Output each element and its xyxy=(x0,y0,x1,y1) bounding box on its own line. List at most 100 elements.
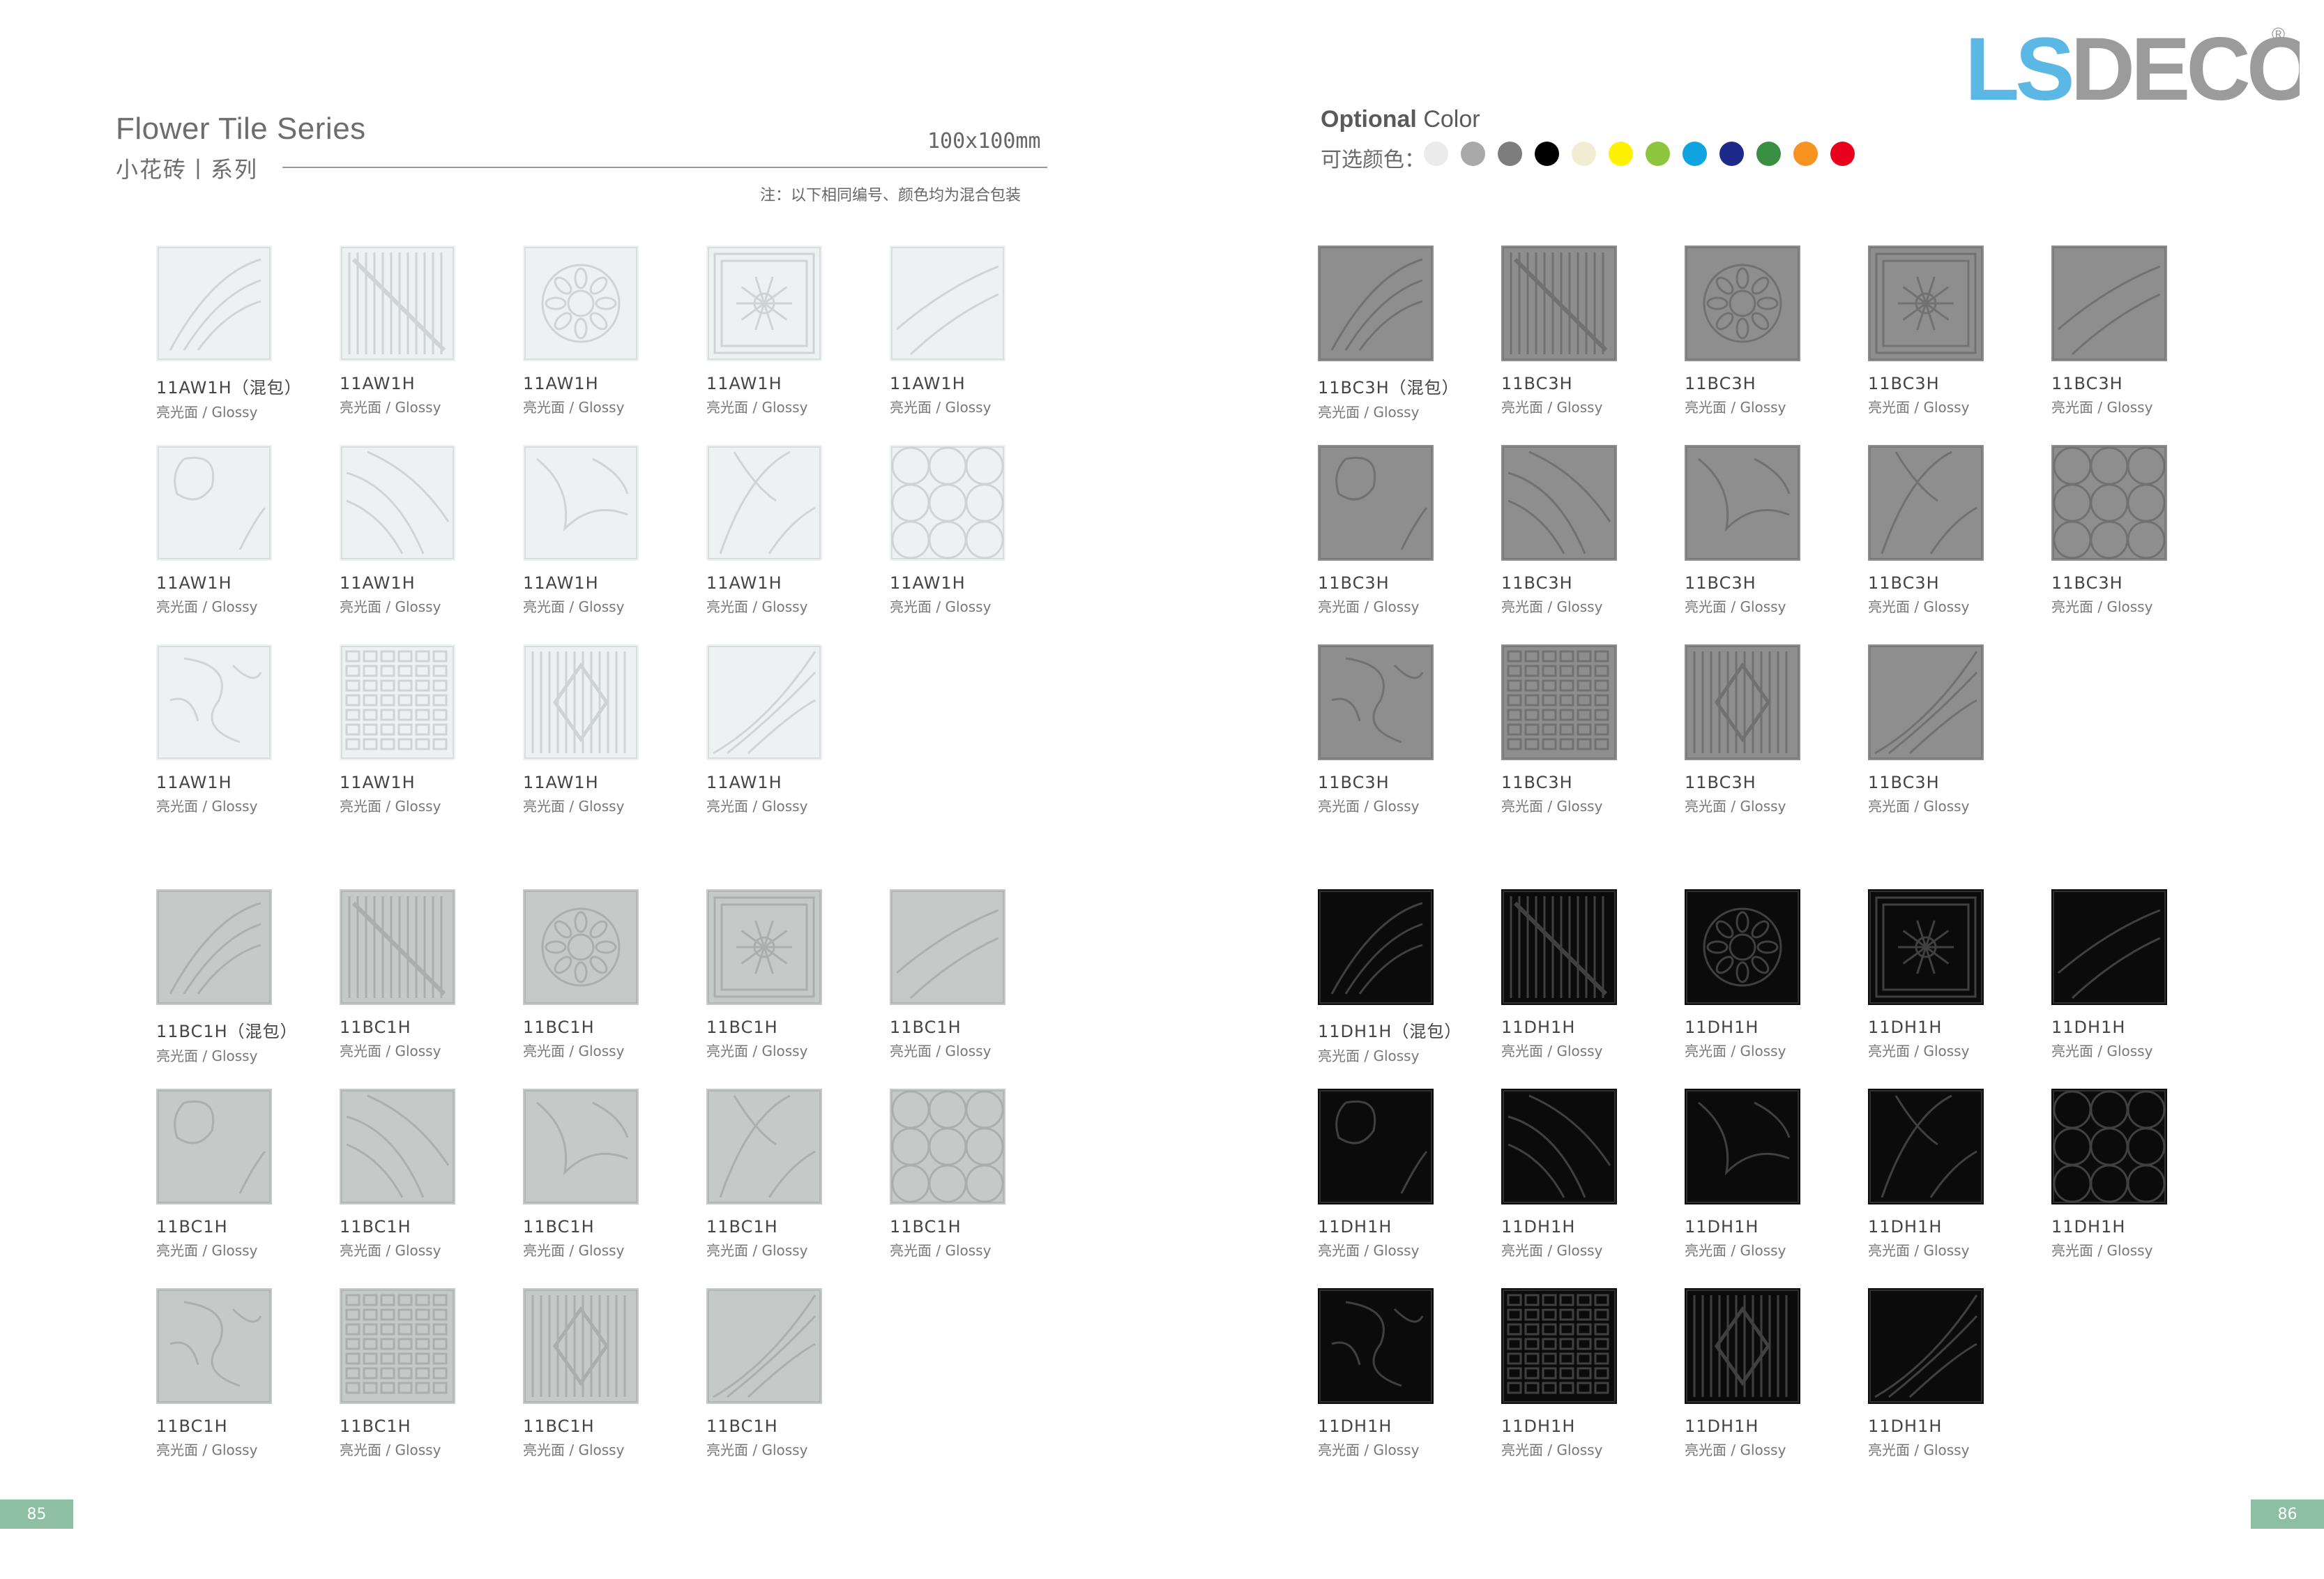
tile-code: 11DH1H xyxy=(1318,1217,1392,1237)
tile-card: 11DH1H 亮光面 / Glossy xyxy=(1868,889,2035,1060)
tile-card: 11AW1H（混包） 亮光面 / Glossy xyxy=(156,245,324,421)
tile-finish: 亮光面 / Glossy xyxy=(1685,399,1786,416)
tile-card: 11BC3H 亮光面 / Glossy xyxy=(1501,445,1669,616)
tile-image xyxy=(156,1288,272,1404)
tile-code: 11AW1H xyxy=(523,374,599,393)
tile-code: 11AW1H（混包） xyxy=(156,378,302,398)
tile-card: 11BC1H 亮光面 / Glossy xyxy=(523,1288,690,1459)
tile-card: 11DH1H 亮光面 / Glossy xyxy=(1501,889,1669,1060)
tile-finish: 亮光面 / Glossy xyxy=(523,1242,625,1259)
tile-card: 11BC3H 亮光面 / Glossy xyxy=(1685,245,1852,416)
tile-code: 11AW1H xyxy=(706,773,782,792)
tile-image xyxy=(340,1288,455,1404)
tile-finish: 亮光面 / Glossy xyxy=(1318,404,1420,421)
tile-image xyxy=(156,1089,272,1204)
tile-code: 11BC3H xyxy=(2051,573,2123,593)
tile-finish: 亮光面 / Glossy xyxy=(1868,1043,1970,1059)
tile-card: 11BC3H 亮光面 / Glossy xyxy=(2051,245,2219,416)
tile-finish: 亮光面 / Glossy xyxy=(1501,598,1603,615)
color-swatch xyxy=(1461,142,1485,166)
tile-code: 11AW1H xyxy=(706,374,782,393)
tile-code: 11BC3H xyxy=(1318,773,1390,792)
optional-color-label: 可选颜色： xyxy=(1321,148,1425,172)
tile-code: 11DH1H（混包） xyxy=(1318,1022,1462,1041)
tile-card: 11DH1H 亮光面 / Glossy xyxy=(2051,1089,2219,1260)
tile-finish: 亮光面 / Glossy xyxy=(1685,1442,1786,1458)
tile-image xyxy=(1868,1288,1984,1404)
tile-image xyxy=(890,889,1005,1005)
tile-card: 11BC1H 亮光面 / Glossy xyxy=(523,889,690,1060)
tile-finish: 亮光面 / Glossy xyxy=(523,1442,625,1458)
tile-image xyxy=(706,445,822,561)
tile-code: 11AW1H xyxy=(890,374,966,393)
tile-card: 11DH1H 亮光面 / Glossy xyxy=(1868,1288,2035,1459)
color-swatch xyxy=(1830,142,1855,166)
tile-card: 11DH1H 亮光面 / Glossy xyxy=(1501,1288,1669,1459)
color-swatch xyxy=(1719,142,1744,166)
tile-image xyxy=(523,1288,639,1404)
tile-card: 11AW1H 亮光面 / Glossy xyxy=(890,445,1057,616)
tile-code: 11BC3H xyxy=(1501,773,1573,792)
tile-image xyxy=(706,1089,822,1204)
tile-code: 11BC1H xyxy=(706,1217,778,1237)
tile-card: 11BC3H 亮光面 / Glossy xyxy=(1501,644,1669,815)
tile-finish: 亮光面 / Glossy xyxy=(706,1043,808,1059)
tile-finish: 亮光面 / Glossy xyxy=(523,1043,625,1059)
tile-code: 11BC1H xyxy=(340,1416,411,1436)
tile-finish: 亮光面 / Glossy xyxy=(340,399,441,416)
tile-code: 11DH1H xyxy=(2051,1217,2126,1237)
tile-finish: 亮光面 / Glossy xyxy=(706,598,808,615)
color-swatch xyxy=(1498,142,1522,166)
tile-code: 11BC1H xyxy=(890,1217,962,1237)
tile-finish: 亮光面 / Glossy xyxy=(340,798,441,815)
color-swatch xyxy=(1424,142,1448,166)
tile-card: 11AW1H 亮光面 / Glossy xyxy=(156,644,324,815)
tile-image xyxy=(1685,1089,1800,1204)
tile-image xyxy=(156,245,272,361)
tile-code: 11DH1H xyxy=(1868,1018,1943,1037)
tile-image xyxy=(2051,245,2167,361)
tile-image xyxy=(340,644,455,760)
tile-card: 11AW1H 亮光面 / Glossy xyxy=(523,445,690,616)
series-title-en: Flower Tile Series xyxy=(116,112,366,146)
tile-finish: 亮光面 / Glossy xyxy=(890,598,992,615)
tile-code: 11BC1H xyxy=(523,1217,595,1237)
svg-text:®: ® xyxy=(2272,24,2285,45)
tile-image xyxy=(1501,1089,1617,1204)
tile-card: 11AW1H 亮光面 / Glossy xyxy=(523,245,690,416)
tile-image xyxy=(340,245,455,361)
tile-card: 11AW1H 亮光面 / Glossy xyxy=(706,445,874,616)
color-swatches xyxy=(1424,142,1855,166)
tile-image xyxy=(1685,889,1800,1005)
tile-image xyxy=(523,889,639,1005)
tile-finish: 亮光面 / Glossy xyxy=(340,598,441,615)
tile-code: 11BC3H xyxy=(1868,773,1940,792)
tile-image xyxy=(1318,644,1434,760)
header-divider xyxy=(282,167,1047,168)
tile-code: 11DH1H xyxy=(1868,1217,1943,1237)
tile-card: 11AW1H 亮光面 / Glossy xyxy=(340,445,507,616)
tile-code: 11AW1H xyxy=(156,573,232,593)
tile-finish: 亮光面 / Glossy xyxy=(156,1242,258,1259)
tile-card: 11DH1H（混包） 亮光面 / Glossy xyxy=(1318,889,1485,1065)
tile-image xyxy=(1318,245,1434,361)
color-swatch xyxy=(1646,142,1670,166)
tile-image xyxy=(1868,644,1984,760)
tile-card: 11DH1H 亮光面 / Glossy xyxy=(1318,1089,1485,1260)
tile-size: 100x100mm xyxy=(927,129,1041,153)
tile-card: 11BC3H 亮光面 / Glossy xyxy=(1318,644,1485,815)
tile-card: 11BC1H 亮光面 / Glossy xyxy=(706,1288,874,1459)
tile-image xyxy=(706,889,822,1005)
tile-card: 11DH1H 亮光面 / Glossy xyxy=(1685,889,1852,1060)
tile-image xyxy=(1318,889,1434,1005)
tile-finish: 亮光面 / Glossy xyxy=(890,399,992,416)
tile-image xyxy=(523,1089,639,1204)
tile-finish: 亮光面 / Glossy xyxy=(1318,1048,1420,1064)
tile-finish: 亮光面 / Glossy xyxy=(890,1043,992,1059)
tile-finish: 亮光面 / Glossy xyxy=(706,798,808,815)
tile-image xyxy=(2051,445,2167,561)
tile-finish: 亮光面 / Glossy xyxy=(340,1242,441,1259)
tile-code: 11BC1H xyxy=(890,1018,962,1037)
tile-card: 11BC3H 亮光面 / Glossy xyxy=(2051,445,2219,616)
packing-note: 注：以下相同编号、颜色均为混合包装 xyxy=(760,187,1022,204)
